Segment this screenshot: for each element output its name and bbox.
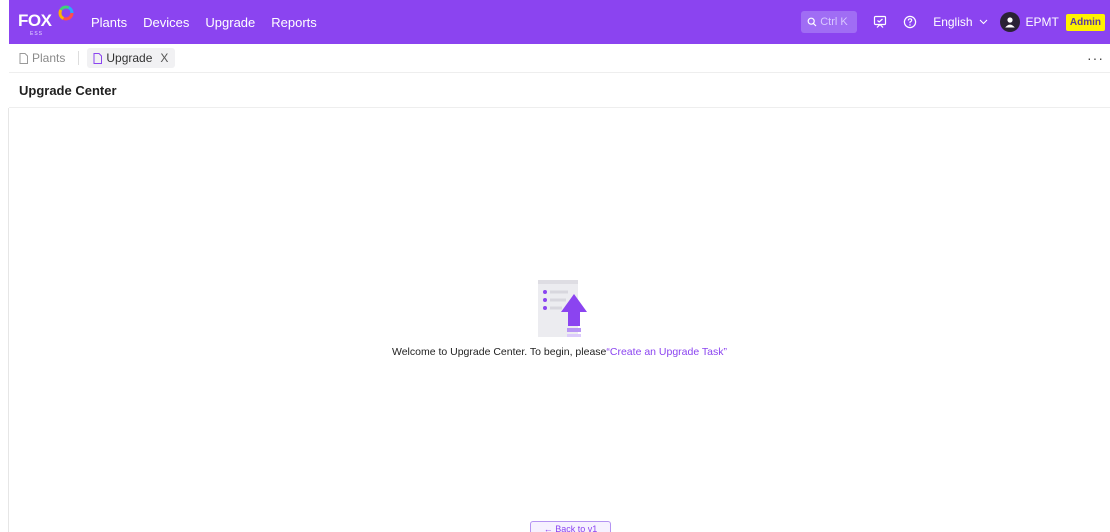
help-icon[interactable] xyxy=(903,15,917,29)
welcome-text: Welcome to Upgrade Center. To begin, ple… xyxy=(391,346,607,358)
tab-plants-label: Plants xyxy=(32,51,66,65)
tab-upgrade[interactable]: Upgrade X xyxy=(87,48,176,68)
logo-subtext: ESS xyxy=(30,31,44,37)
user-avatar-icon[interactable] xyxy=(999,12,1020,32)
search-placeholder: Ctrl K xyxy=(820,16,848,28)
language-selector[interactable]: English xyxy=(933,15,987,29)
document-icon xyxy=(93,52,103,64)
nav-reports[interactable]: Reports xyxy=(271,15,317,30)
feedback-icon[interactable] xyxy=(873,15,887,29)
role-badge: Admin xyxy=(1065,13,1105,31)
logo-text: FOX xyxy=(18,11,52,30)
topbar-actions: Ctrl K English EPMT Admin xyxy=(801,0,1110,44)
username[interactable]: EPMT xyxy=(1026,15,1059,29)
tab-bar: Plants Upgrade X ··· xyxy=(9,44,1110,73)
upload-illustration-icon xyxy=(538,280,587,337)
logo-ring-icon xyxy=(58,5,74,21)
tab-divider xyxy=(78,51,80,65)
nav-upgrade[interactable]: Upgrade xyxy=(205,15,255,30)
create-upgrade-task-link[interactable]: “Create an Upgrade Task” xyxy=(606,346,727,358)
top-navigation-bar: FOX ESS Plants Devices Upgrade Reports C… xyxy=(9,0,1110,44)
tab-upgrade-label: Upgrade xyxy=(106,51,153,65)
chevron-down-icon xyxy=(979,19,987,25)
page-title: Upgrade Center xyxy=(19,82,117,98)
empty-state: Welcome to Upgrade Center. To begin, ple… xyxy=(9,108,1110,532)
back-to-v1-button[interactable]: ← Back to v1 xyxy=(530,521,611,532)
search-icon xyxy=(807,17,817,27)
nav-plants[interactable]: Plants xyxy=(91,15,127,30)
fox-ess-logo[interactable]: FOX ESS xyxy=(18,0,78,44)
welcome-message: Welcome to Upgrade Center. To begin, ple… xyxy=(9,346,1110,358)
tab-plants[interactable]: Plants xyxy=(14,48,70,68)
more-options-icon[interactable]: ··· xyxy=(1087,50,1104,66)
close-icon[interactable]: X xyxy=(160,51,168,65)
language-label: English xyxy=(933,15,973,29)
page-header: Upgrade Center xyxy=(9,73,1110,108)
document-icon xyxy=(19,52,28,64)
search-input[interactable]: Ctrl K xyxy=(801,11,858,33)
nav-devices[interactable]: Devices xyxy=(143,15,189,30)
main-nav: Plants Devices Upgrade Reports xyxy=(91,15,333,30)
